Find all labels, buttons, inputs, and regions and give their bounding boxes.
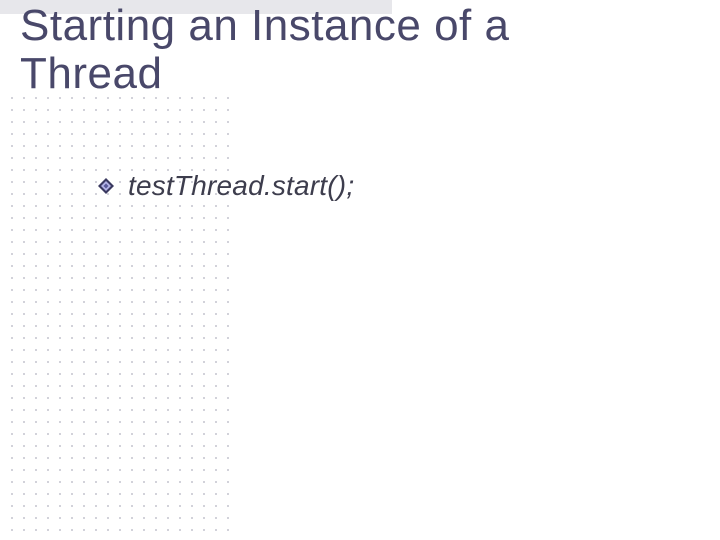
diamond-bullet-icon [98,178,114,194]
bullet-item: testThread.start(); [98,170,354,202]
dot-grid-background [6,92,236,532]
slide-body: testThread.start(); [98,170,354,202]
bullet-text: testThread.start(); [128,170,354,202]
slide: Starting an Instance of a Thread testThr… [0,0,720,540]
slide-title: Starting an Instance of a Thread [20,2,580,97]
